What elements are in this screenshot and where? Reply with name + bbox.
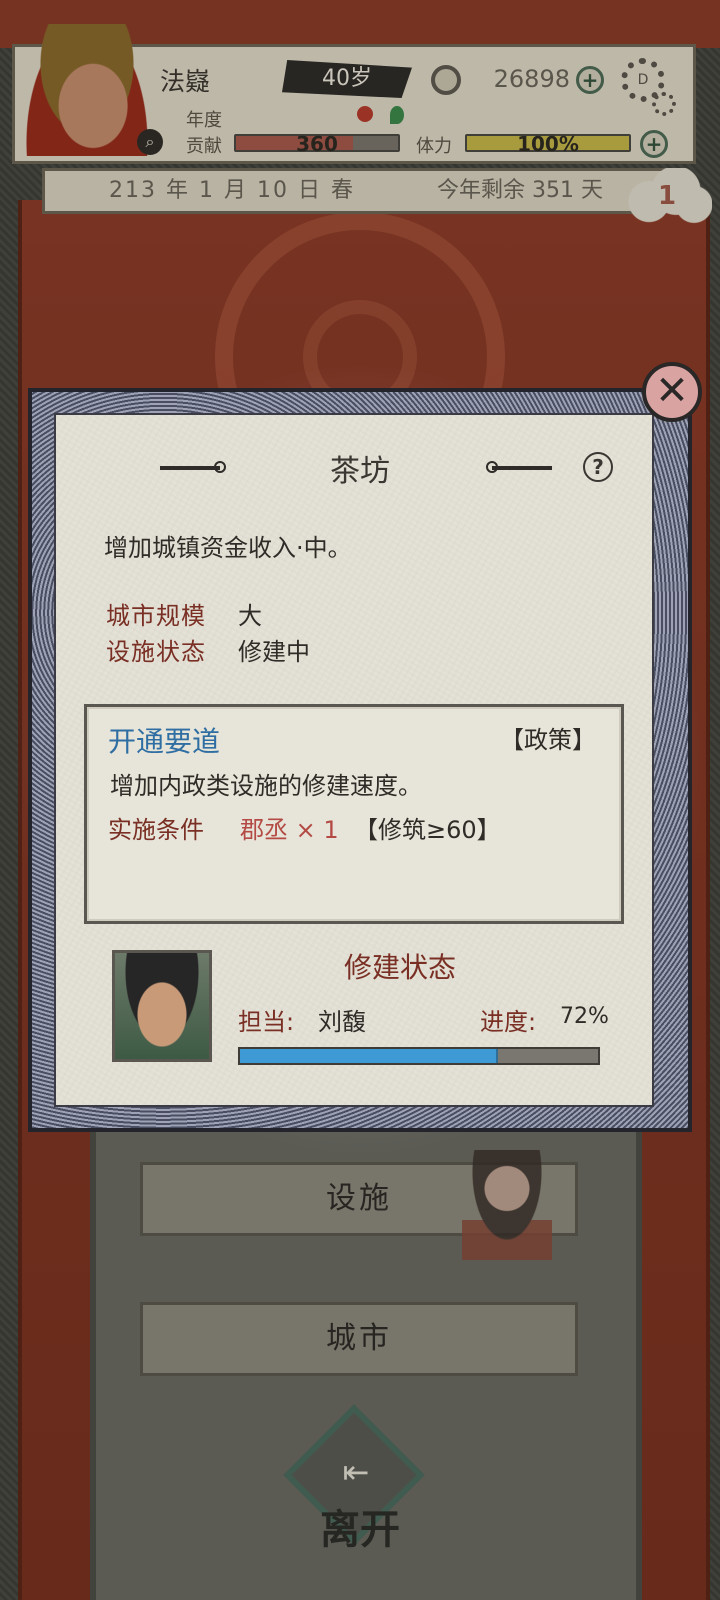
close-icon[interactable]: ✕ [642, 362, 702, 422]
title-ornament-right [486, 461, 552, 473]
progress-bar-fill [240, 1049, 498, 1063]
dialog-title: 茶坊 [330, 454, 390, 489]
progress-bar [238, 1047, 600, 1065]
help-icon[interactable]: ? [583, 452, 613, 482]
policy-condition-role: 郡丞 × 1 [240, 816, 339, 844]
policy-condition-requirement: 【修筑≥60】 [354, 816, 501, 844]
policy-tag: 【政策】 [500, 726, 596, 754]
progress-label: 进度: [480, 1008, 537, 1036]
title-ornament-left [160, 461, 226, 473]
construction-status-title: 修建状态 [343, 951, 456, 984]
city-size-label: 城市规模 [106, 602, 206, 630]
progress-value: 72% [560, 1004, 609, 1029]
facility-status-value: 修建中 [238, 638, 310, 666]
policy-name: 开通要道 [108, 725, 221, 758]
assignee-name: 刘馥 [318, 1008, 366, 1036]
policy-description: 增加内政类设施的修建速度。 [110, 772, 422, 800]
assignee-label: 担当: [238, 1008, 295, 1036]
facility-status-label: 设施状态 [106, 638, 206, 666]
officer-portrait[interactable] [112, 950, 212, 1062]
facility-description: 增加城镇资金收入·中。 [104, 534, 352, 562]
city-size-value: 大 [238, 602, 262, 630]
policy-condition-label: 实施条件 [108, 816, 204, 844]
